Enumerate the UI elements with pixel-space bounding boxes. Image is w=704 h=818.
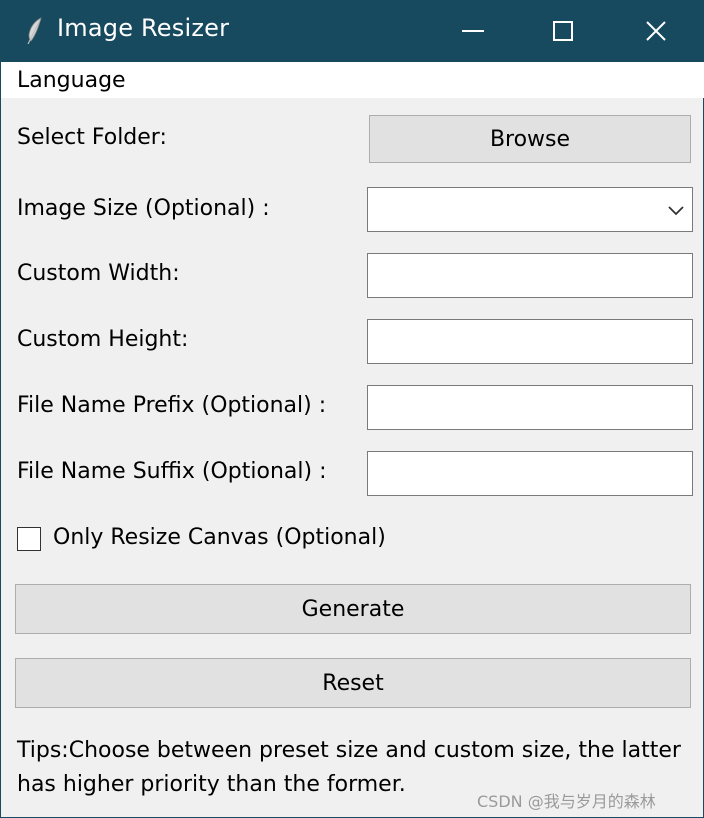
custom-width-label: Custom Width: (17, 261, 180, 286)
custom-height-label: Custom Height: (17, 327, 189, 352)
menu-language[interactable]: Language (17, 68, 126, 93)
watermark: CSDN @我与岁月的森林 (477, 792, 656, 811)
custom-width-input[interactable] (367, 253, 693, 298)
maximize-button[interactable] (516, 0, 610, 62)
prefix-label: File Name Prefix (Optional) : (17, 393, 327, 418)
custom-height-input[interactable] (367, 319, 693, 364)
select-folder-label: Select Folder: (17, 125, 167, 150)
suffix-input[interactable] (367, 451, 693, 496)
feather-icon (25, 17, 45, 45)
title-bar[interactable]: Image Resizer (1, 0, 704, 62)
browse-button[interactable]: Browse (369, 115, 691, 163)
only-resize-canvas-checkbox[interactable] (17, 527, 41, 551)
only-resize-canvas-label[interactable]: Only Resize Canvas (Optional) (53, 525, 386, 550)
window-title: Image Resizer (57, 14, 230, 42)
minimize-button[interactable] (426, 0, 520, 62)
reset-button[interactable]: Reset (15, 658, 691, 708)
minimize-icon (462, 30, 484, 32)
suffix-label: File Name Suffix (Optional) : (17, 459, 327, 484)
image-size-label: Image Size (Optional) : (17, 196, 270, 221)
prefix-input[interactable] (367, 385, 693, 430)
close-button[interactable] (609, 0, 703, 62)
maximize-icon (553, 21, 573, 41)
close-icon (646, 21, 666, 41)
generate-button[interactable]: Generate (15, 584, 691, 634)
chevron-down-icon[interactable] (668, 201, 684, 220)
image-size-combobox[interactable] (367, 187, 693, 232)
menu-bar: Language (1, 62, 704, 98)
app-window: Image Resizer Language Select Folder: Br… (0, 0, 704, 818)
